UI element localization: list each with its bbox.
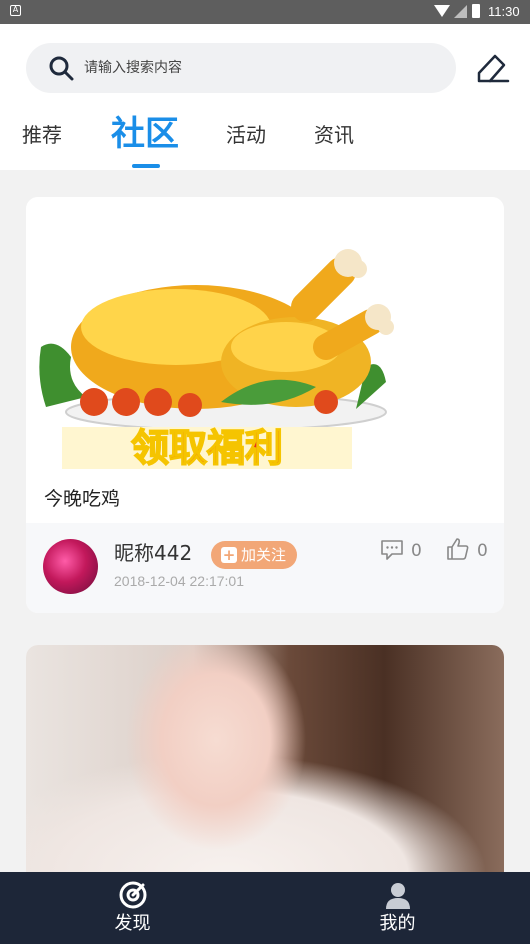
active-tab-indicator (132, 164, 160, 168)
banner-text: 领取福利 (131, 426, 283, 470)
like-count: 0 (477, 541, 488, 561)
search-placeholder: 请输入搜索内容 (84, 60, 182, 76)
post-image: 领取福利 (26, 197, 504, 472)
category-tabs: 推荐 社区 活动 资讯 (0, 114, 530, 170)
plus-icon: + (221, 546, 237, 564)
follow-label: 加关注 (241, 546, 287, 564)
search-input[interactable]: 请输入搜索内容 (26, 43, 456, 93)
bottom-navigation: 发现 我的 (0, 872, 530, 944)
status-time: 11:30 (488, 4, 520, 19)
comment-count: 0 (411, 541, 422, 561)
search-icon (49, 56, 74, 81)
comment-icon[interactable] (380, 539, 404, 561)
edit-icon[interactable] (476, 51, 510, 85)
tab-activities[interactable]: 活动 (226, 122, 266, 148)
nav-profile-label: 我的 (379, 913, 416, 934)
profile-icon (386, 883, 410, 909)
nav-discover-label: 发现 (114, 913, 151, 934)
post-title: 今晚吃鸡 (44, 488, 121, 510)
post-card[interactable]: 领取福利 今晚吃鸡 昵称442 + 加关注 2018-12-04 22:17:0… (26, 197, 504, 613)
post-card[interactable] (26, 645, 504, 885)
wifi-icon (434, 5, 450, 17)
discover-icon (119, 881, 147, 909)
tab-community[interactable]: 社区 (111, 114, 179, 154)
avatar[interactable] (43, 539, 98, 594)
post-footer: 昵称442 + 加关注 2018-12-04 22:17:01 0 0 (26, 523, 504, 613)
status-bar: A 11:30 (0, 0, 530, 24)
tab-news[interactable]: 资讯 (314, 122, 354, 148)
tab-recommend[interactable]: 推荐 (22, 122, 62, 148)
battery-icon (472, 4, 480, 18)
notification-icon: A (10, 5, 21, 16)
signal-icon (454, 5, 467, 18)
header: 请输入搜索内容 推荐 社区 活动 资讯 (0, 24, 530, 170)
follow-button[interactable]: + 加关注 (211, 541, 297, 569)
author-name[interactable]: 昵称442 (114, 539, 192, 567)
post-date: 2018-12-04 22:17:01 (114, 573, 244, 589)
nav-discover[interactable]: 发现 (0, 872, 265, 944)
nav-profile[interactable]: 我的 (265, 872, 530, 944)
post-image (26, 645, 504, 885)
thumbs-up-icon[interactable] (446, 537, 470, 561)
